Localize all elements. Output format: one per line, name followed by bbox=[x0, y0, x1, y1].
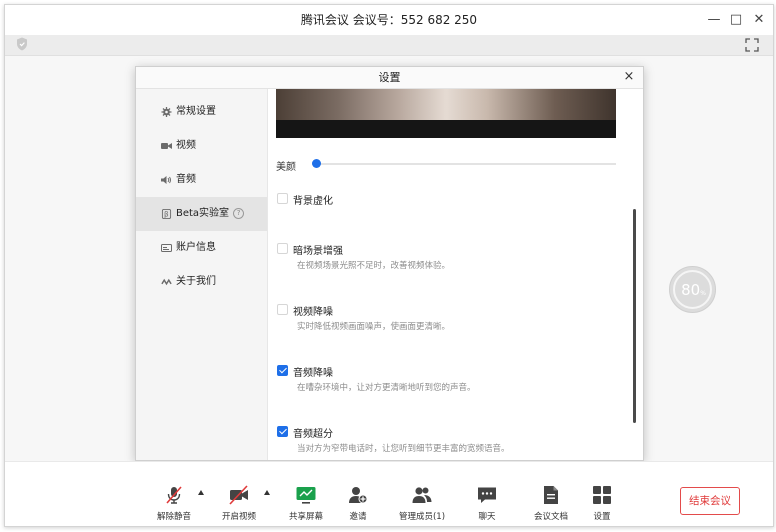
sidebar-item-label: 音频 bbox=[176, 174, 196, 185]
sidebar-item-video[interactable]: 视频 bbox=[136, 129, 267, 163]
unmute-button[interactable]: 解除静音 bbox=[145, 462, 203, 526]
settings-sidebar: 常规设置 视频 音频 β Beta实验室? 账户信息 关于我们 bbox=[136, 89, 268, 460]
close-window-button[interactable]: ✕ bbox=[750, 11, 768, 29]
settings-label: 设置 bbox=[593, 512, 611, 522]
sidebar-item-general[interactable]: 常规设置 bbox=[136, 95, 267, 129]
settings-header: 设置 × bbox=[136, 67, 643, 89]
network-quality-badge[interactable]: 80% bbox=[669, 266, 716, 313]
logo-icon bbox=[161, 278, 172, 286]
meeting-window: 腾讯会议 会议号：552 682 250 — □ ✕ 80% 设置 × 常规设置… bbox=[4, 4, 774, 527]
share-screen-icon bbox=[296, 487, 316, 504]
background-blur-checkbox[interactable] bbox=[277, 193, 288, 204]
meeting-toolbar: 解除静音 开启视频 共享屏幕 邀请 管理成员(1) 聊天 会议文档 设置 结束会… bbox=[5, 461, 773, 526]
audio-super-resolution-desc: 当对方为窄带电话时，让您听到细节更丰富的宽频语音。 bbox=[297, 444, 510, 454]
sidebar-item-label: 账户信息 bbox=[176, 242, 216, 253]
shield-icon[interactable] bbox=[16, 37, 28, 51]
beauty-label: 美颜 bbox=[276, 162, 296, 173]
share-screen-button[interactable]: 共享屏幕 bbox=[277, 462, 335, 526]
video-options-arrow[interactable] bbox=[264, 490, 270, 495]
invite-label: 邀请 bbox=[349, 512, 367, 522]
members-icon bbox=[412, 487, 432, 503]
low-light-enhance-checkbox[interactable] bbox=[277, 243, 288, 254]
sidebar-item-label: 视频 bbox=[176, 140, 196, 151]
beauty-slider[interactable] bbox=[312, 163, 616, 165]
manage-members-button[interactable]: 管理成员(1) bbox=[393, 462, 451, 526]
speaker-icon bbox=[161, 176, 171, 184]
window-title: 腾讯会议 会议号：552 682 250 bbox=[300, 13, 478, 27]
document-icon bbox=[544, 486, 558, 504]
start-video-label: 开启视频 bbox=[221, 512, 256, 522]
sidebar-item-beta-lab[interactable]: β Beta实验室? bbox=[136, 197, 267, 231]
low-light-enhance-label: 暗场景增强 bbox=[293, 246, 343, 257]
network-quality-value: 80% bbox=[681, 281, 706, 299]
audio-denoise-desc: 在嘈杂环境中，让对方更清晰地听到您的声音。 bbox=[297, 383, 476, 393]
settings-button[interactable]: 设置 bbox=[573, 462, 631, 526]
microphone-muted-icon bbox=[166, 486, 182, 504]
title-bar: 腾讯会议 会议号：552 682 250 — □ ✕ bbox=[5, 5, 773, 35]
grid-settings-icon bbox=[593, 486, 611, 504]
sidebar-item-about[interactable]: 关于我们 bbox=[136, 265, 267, 299]
settings-content: 美颜 背景虚化 暗场景增强 在视频场景光照不足时，改善视频体验。 视频降噪 实时… bbox=[268, 89, 643, 460]
camera-image bbox=[276, 89, 616, 120]
sidebar-item-account[interactable]: 账户信息 bbox=[136, 231, 267, 265]
end-meeting-button[interactable]: 结束会议 bbox=[680, 487, 740, 515]
meeting-docs-button[interactable]: 会议文档 bbox=[522, 462, 580, 526]
minimize-button[interactable]: — bbox=[705, 11, 723, 29]
sidebar-item-label: 关于我们 bbox=[176, 276, 216, 287]
invite-button[interactable]: 邀请 bbox=[329, 462, 387, 526]
video-camera-icon bbox=[161, 143, 172, 149]
gear-icon bbox=[161, 107, 172, 117]
unmute-label: 解除静音 bbox=[156, 512, 191, 522]
settings-title: 设置 bbox=[378, 71, 401, 84]
sidebar-item-audio[interactable]: 音频 bbox=[136, 163, 267, 197]
fullscreen-icon[interactable] bbox=[745, 38, 759, 52]
sidebar-item-label: 常规设置 bbox=[176, 106, 216, 117]
audio-denoise-checkbox[interactable] bbox=[277, 365, 288, 376]
video-preview bbox=[276, 89, 616, 138]
audio-denoise-label: 音频降噪 bbox=[293, 368, 333, 379]
low-light-enhance-desc: 在视频场景光照不足时，改善视频体验。 bbox=[297, 261, 451, 271]
id-card-icon bbox=[161, 244, 172, 252]
meeting-docs-label: 会议文档 bbox=[533, 512, 568, 522]
maximize-button[interactable]: □ bbox=[727, 11, 745, 29]
video-off-icon bbox=[229, 485, 248, 505]
svg-text:β: β bbox=[164, 210, 169, 219]
chat-button[interactable]: 聊天 bbox=[458, 462, 516, 526]
video-denoise-checkbox[interactable] bbox=[277, 304, 288, 315]
audio-super-resolution-label: 音频超分 bbox=[293, 429, 333, 440]
add-user-icon bbox=[349, 487, 368, 504]
audio-options-arrow[interactable] bbox=[198, 490, 204, 495]
settings-dialog: 设置 × 常规设置 视频 音频 β Beta实验室 ? 账户信息 关于我们 美颜… bbox=[135, 66, 644, 461]
background-blur-label: 背景虚化 bbox=[293, 196, 333, 207]
settings-close-button[interactable]: × bbox=[621, 68, 637, 86]
chat-label: 聊天 bbox=[478, 512, 496, 522]
video-denoise-desc: 实时降低视频画面噪声，使画面更清晰。 bbox=[297, 322, 451, 332]
info-bar bbox=[5, 35, 773, 56]
chat-icon bbox=[478, 487, 496, 503]
manage-members-label: 管理成员(1) bbox=[398, 512, 446, 522]
beta-icon: β bbox=[161, 209, 172, 219]
settings-scrollbar[interactable] bbox=[633, 209, 636, 423]
share-screen-label: 共享屏幕 bbox=[288, 512, 323, 522]
beauty-slider-knob[interactable] bbox=[312, 159, 321, 168]
help-icon[interactable]: ? bbox=[233, 207, 245, 219]
audio-super-resolution-checkbox[interactable] bbox=[277, 426, 288, 437]
start-video-button[interactable]: 开启视频 bbox=[210, 462, 268, 526]
video-denoise-label: 视频降噪 bbox=[293, 307, 333, 318]
sidebar-item-label: Beta实验室? bbox=[176, 197, 245, 231]
